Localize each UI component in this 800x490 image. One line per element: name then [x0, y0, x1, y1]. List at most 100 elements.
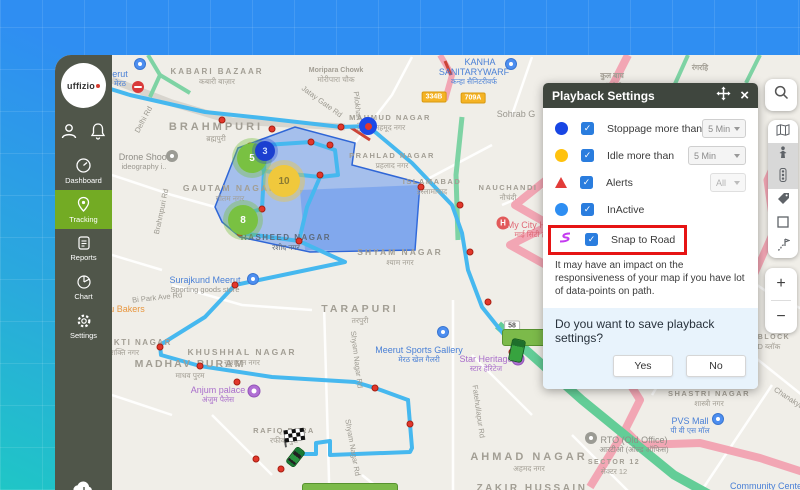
sidebar-item-chart[interactable]: Chart [55, 268, 112, 307]
stoppage-point-marker[interactable] [418, 184, 425, 191]
stoppage-cluster-marker[interactable] [359, 117, 377, 135]
labels-button[interactable] [768, 189, 798, 212]
bell-icon[interactable] [88, 121, 108, 141]
stoppage-point-marker[interactable] [308, 139, 315, 146]
traffic-button[interactable] [768, 166, 798, 189]
road-closed-icon[interactable] [132, 81, 144, 93]
purple-poi-icon[interactable] [248, 385, 261, 398]
zoom-in-button[interactable]: + [765, 268, 797, 300]
map-canvas[interactable]: KABARI BAZAARकबारी बाज़ारBRAHMPURIब्रह्म… [112, 55, 800, 490]
logo-text: uffizio [67, 81, 95, 91]
map-area-label: ISLAMABADइस्लामाबाद [403, 177, 462, 197]
panel-header[interactable]: Playback Settings × [543, 83, 758, 108]
pegman-icon [777, 146, 789, 164]
uffizio-logo[interactable]: uffizio [61, 63, 106, 108]
alerts-triangle-marker [555, 177, 567, 188]
map-area-label: MADHAV PURAMमाधव पुरम [135, 358, 246, 381]
hospital-poi-icon[interactable]: H [497, 217, 510, 230]
playback-row-alerts: ✓ Alerts All [543, 169, 758, 196]
sidebar: uffizio Dashboard Tracking Reports Chart [55, 55, 112, 490]
map-type-button[interactable] [768, 120, 798, 143]
stoppage-duration-select[interactable]: 5 Min [702, 119, 746, 138]
row-label: Snap to Road [611, 234, 675, 246]
stoppage-point-marker[interactable] [317, 172, 324, 179]
pie-chart-icon [76, 274, 92, 290]
stoppage-point-marker[interactable] [457, 202, 464, 209]
idle-checkbox[interactable]: ✓ [581, 149, 594, 162]
no-button[interactable]: No [686, 355, 746, 377]
square-icon [777, 215, 789, 233]
alerts-checkbox[interactable]: ✓ [580, 176, 593, 189]
stoppage-point-marker[interactable] [327, 142, 334, 149]
sidebar-item-reports[interactable]: Reports [55, 229, 112, 268]
route-tool-button[interactable] [768, 235, 798, 258]
snap-to-road-highlight-box: ✓ Snap to Road [548, 225, 687, 255]
playback-row-stoppage: ✓ Stoppage more than 5 Min [543, 115, 758, 142]
stoppage-point-marker[interactable] [234, 379, 241, 386]
cluster-marker[interactable]: 10 [268, 165, 300, 197]
idle-duration-select[interactable]: 5 Min [688, 146, 746, 165]
map-area-label: PRAHLAD NAGARप्रहलाद नगर [349, 151, 435, 171]
map-poi-label: lu Bakers [112, 304, 145, 314]
sidebar-item-dashboard[interactable]: Dashboard [55, 151, 112, 190]
document-icon [76, 235, 92, 251]
alerts-type-select[interactable]: All [710, 173, 746, 192]
stoppage-point-marker[interactable] [197, 363, 204, 370]
search-button[interactable] [765, 79, 797, 111]
stoppage-point-marker[interactable] [278, 466, 285, 473]
stoppage-point-marker[interactable] [157, 344, 164, 351]
map-poi-label: Surajkund MeerutSporting goods store [169, 275, 240, 294]
sidebar-item-settings[interactable]: Settings [55, 307, 112, 346]
stoppage-point-marker[interactable] [338, 124, 345, 131]
stoppage-point-marker[interactable] [269, 126, 276, 133]
cloud-download-icon[interactable] [72, 479, 96, 490]
map-poi-label: Drone Shootideography i.. [119, 152, 170, 171]
gray-poi-icon[interactable] [585, 432, 597, 444]
map-poi-label: PVS Mallपी वी एस मॉल [670, 416, 709, 436]
select-area-button[interactable] [768, 212, 798, 235]
map-area-label: TARAPURIतरपुरी [321, 303, 398, 326]
sidebar-item-tracking[interactable]: Tracking [55, 190, 112, 229]
blue-poi-icon[interactable] [437, 326, 449, 338]
stoppage-point-marker[interactable] [467, 249, 474, 256]
stoppage-point-marker[interactable] [296, 238, 303, 245]
stoppage-checkbox[interactable]: ✓ [581, 122, 594, 135]
cluster-marker[interactable]: 8 [228, 205, 258, 235]
stoppage-point-marker[interactable] [219, 117, 226, 124]
close-icon[interactable]: × [740, 88, 749, 103]
yes-button[interactable]: Yes [613, 355, 673, 377]
blue-poi-icon[interactable] [505, 58, 517, 70]
map-area-label: KABARI BAZAARकबारी बाज़ार [170, 67, 263, 87]
vehicle-label-balloon[interactable] [302, 483, 398, 490]
gray-poi-icon[interactable] [166, 150, 178, 162]
move-panel-icon[interactable] [716, 86, 731, 106]
blue-poi-icon[interactable] [712, 413, 724, 425]
blue-poi-icon[interactable] [247, 273, 259, 285]
snap-to-road-checkbox[interactable]: ✓ [585, 233, 598, 246]
map-poi-label: Star Heritageस्टार हेरिटेज [459, 354, 512, 374]
map-poi-label: Community Cente [730, 481, 800, 490]
idle-color-dot [555, 149, 568, 162]
stoppage-point-marker[interactable] [232, 282, 239, 289]
stoppage-point-marker[interactable] [485, 299, 492, 306]
map-poi-label: KANHA [464, 57, 495, 67]
playback-row-snap-to-road: ✓ Snap to Road [543, 223, 758, 256]
tag-icon [777, 192, 790, 210]
stoppage-point-marker[interactable] [407, 421, 414, 428]
user-icon[interactable] [59, 121, 79, 141]
blue-poi-icon[interactable] [134, 58, 146, 70]
stoppage-point-marker[interactable] [372, 385, 379, 392]
sidebar-item-label: Settings [70, 331, 97, 340]
map-area-label: NAUCHANDIनौचंदी [479, 183, 538, 203]
zoom-out-button[interactable]: − [765, 301, 797, 333]
map-area-label: रंगरहि [692, 63, 708, 73]
stoppage-point-marker[interactable] [253, 456, 260, 463]
stoppage-point-marker[interactable] [259, 206, 266, 213]
map-poi-label: Meerut Sports Galleryमेरठ खेल गैलरी [375, 345, 463, 365]
street-view-button[interactable] [768, 143, 798, 166]
cluster-marker[interactable]: 3 [255, 141, 275, 161]
inactive-checkbox[interactable]: ✓ [581, 203, 594, 216]
inactive-color-dot [555, 203, 568, 216]
map-area-label: ZAKIR HUSSAIN [477, 483, 588, 490]
panel-title: Playback Settings [552, 89, 655, 103]
